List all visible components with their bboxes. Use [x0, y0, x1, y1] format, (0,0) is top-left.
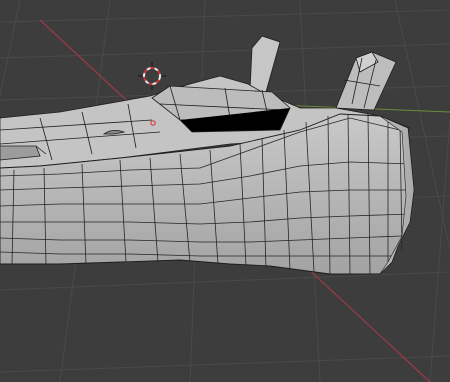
3d-viewport[interactable]	[0, 0, 450, 382]
3d-cursor-icon[interactable]	[138, 62, 166, 90]
viewport-canvas[interactable]	[0, 0, 450, 382]
